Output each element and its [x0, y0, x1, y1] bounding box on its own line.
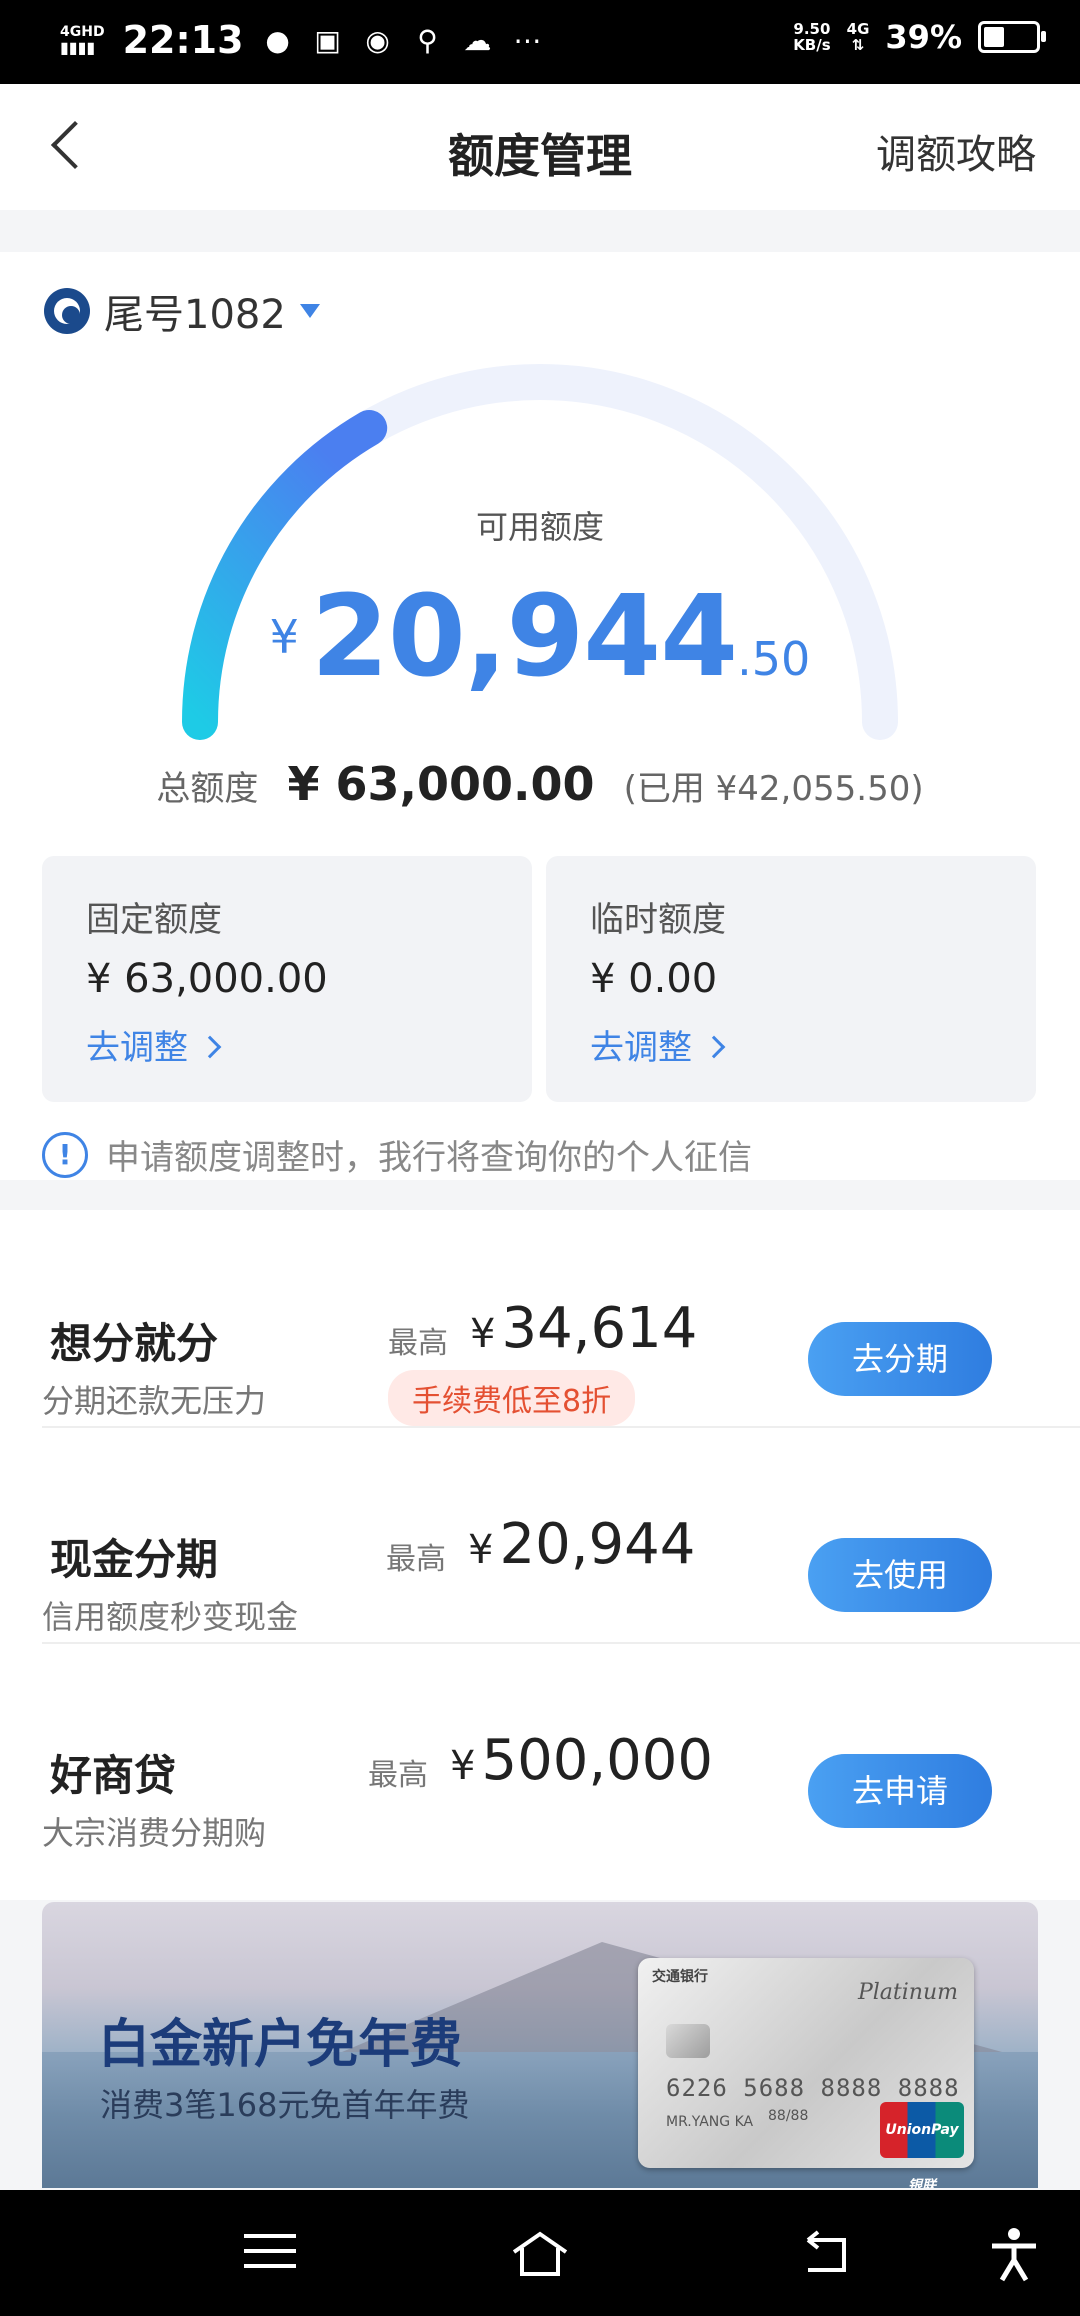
currency-symbol: ¥ — [470, 1311, 496, 1357]
network-speed: 9.50 KB/s — [793, 21, 830, 53]
available-limit-label: 可用额度 — [475, 508, 604, 546]
nav-bar: 额度管理 调额攻略 — [0, 84, 1080, 210]
cloud-icon: ☁ — [463, 23, 492, 57]
max-label: 最高 — [368, 1758, 428, 1793]
temp-limit-title: 临时额度 — [590, 900, 726, 940]
currency-symbol: ¥ — [269, 610, 299, 664]
fee-discount-badge: 手续费低至8折 — [388, 1370, 636, 1426]
product-amount: ¥34,614 — [470, 1296, 697, 1361]
network-label: 4GHD — [60, 24, 105, 40]
unionpay-logo-icon: UnionPay银联 — [880, 2102, 964, 2188]
speed-unit: KB/s — [793, 36, 831, 54]
list-item: 想分就分 分期还款无压力 最高 ¥34,614 手续费低至8折 去分期 — [42, 1210, 1080, 1428]
chat-icon: ● — [265, 23, 290, 57]
menu-icon[interactable] — [240, 2226, 300, 2282]
system-nav-bar — [0, 2190, 1080, 2316]
info-icon: ! — [42, 1131, 88, 1178]
apply-loan-button[interactable]: 去申请 — [808, 1754, 992, 1828]
card-bank-name: 交通银行 — [652, 1969, 708, 1985]
max-label: 最高 — [386, 1542, 446, 1577]
used-amount: (已用 ¥42,055.50) — [623, 769, 924, 809]
more-icon: ⋯ — [513, 23, 542, 57]
total-limit-label: 总额度 — [156, 769, 259, 809]
product-list: 想分就分 分期还款无压力 最高 ¥34,614 手续费低至8折 去分期 现金分期… — [0, 1210, 1080, 1900]
battery-fill — [984, 27, 1004, 47]
card-valid: 88/88 — [768, 2108, 809, 2124]
credit-notice: ! 申请额度调整时，我行将查询你的个人征信 — [42, 1130, 752, 1179]
data-arrows-icon: ⇅ — [851, 36, 865, 54]
total-limit-amount: ¥ 63,000.00 — [287, 757, 595, 811]
adjust-temp-link[interactable]: 去调整 — [590, 1020, 722, 1069]
product-amount-value: 20,944 — [499, 1512, 696, 1577]
temp-limit-box: 临时额度 ¥ 0.00 去调整 — [546, 856, 1036, 1102]
voice-icon: ◉ — [365, 23, 390, 57]
list-item: 好商贷 大宗消费分期购 最高 ¥500,000 去申请 — [42, 1642, 1080, 1858]
available-limit-amount: ¥20,944.50 — [0, 572, 1080, 702]
available-int: 20,944 — [310, 572, 738, 702]
currency-symbol: ¥ — [450, 1743, 476, 1789]
speed-value: 9.50 — [793, 20, 831, 38]
net-type: 4G ⇅ — [847, 21, 870, 53]
product-name: 现金分期 — [50, 1535, 219, 1584]
notice-text: 申请额度调整时，我行将查询你的个人征信 — [106, 1138, 752, 1178]
product-amount: ¥20,944 — [468, 1512, 695, 1577]
total-limit-row: 总额度 ¥ 63,000.00 (已用 ¥42,055.50) — [0, 757, 1080, 811]
card-number: 6226 5688 8888 8888 — [666, 2074, 960, 2102]
temp-limit-amount: ¥ 0.00 — [590, 956, 718, 1002]
home-icon[interactable] — [510, 2226, 570, 2282]
adjust-fixed-link[interactable]: 去调整 — [86, 1020, 218, 1069]
card-chip-icon — [666, 2024, 710, 2058]
product-amount-value: 34,614 — [501, 1296, 698, 1361]
location-icon: ⚲ — [417, 23, 438, 57]
product-amount: ¥500,000 — [450, 1728, 713, 1793]
card-holder: MR.YANG KA — [666, 2114, 754, 2130]
battery-percent: 39% — [885, 18, 962, 56]
back-nav-icon[interactable] — [794, 2226, 854, 2282]
available-dec: .50 — [737, 632, 811, 686]
product-amount-value: 500,000 — [481, 1728, 714, 1793]
bank-logo-icon — [44, 288, 90, 334]
limit-card: 尾号1082 可用额度 ¥20,944.50 总额度 ¥ 63,000.00 (… — [0, 252, 1080, 1180]
product-subtitle: 信用额度秒变现金 — [42, 1598, 299, 1636]
promo-banner[interactable]: 白金新户免年费 消费3笔168元免首年年费 交通银行 Platinum 6226… — [42, 1902, 1038, 2188]
limit-guide-link[interactable]: 调额攻略 — [876, 122, 1036, 180]
calendar-icon: ▣ — [314, 23, 341, 57]
product-name: 好商贷 — [50, 1751, 177, 1800]
dropdown-caret-icon — [299, 304, 320, 318]
fixed-limit-box: 固定额度 ¥ 63,000.00 去调整 — [42, 856, 532, 1102]
product-subtitle: 大宗消费分期购 — [42, 1814, 267, 1852]
fixed-limit-title: 固定额度 — [86, 900, 222, 940]
status-bar: 4GHD ▮▮▮▮ 22:13 ● ▣ ◉ ⚲ ☁ ⋯ 9.50 KB/s 4G… — [0, 0, 1080, 84]
installment-button[interactable]: 去分期 — [808, 1322, 992, 1396]
clock: 22:13 — [122, 18, 244, 62]
signal-icon: 4GHD ▮▮▮▮ — [60, 24, 105, 57]
list-item: 现金分期 信用额度秒变现金 最高 ¥20,944 去使用 — [42, 1426, 1080, 1644]
product-name: 想分就分 — [50, 1319, 219, 1368]
banner-title: 白金新户免年费 — [98, 2015, 463, 2075]
max-label: 最高 — [388, 1326, 448, 1361]
product-subtitle: 分期还款无压力 — [42, 1382, 267, 1420]
currency-symbol: ¥ — [468, 1527, 494, 1573]
fixed-limit-amount: ¥ 63,000.00 — [86, 956, 328, 1002]
credit-card-image: 交通银行 Platinum 6226 5688 8888 8888 MR.YAN… — [638, 1958, 974, 2188]
cash-installment-button[interactable]: 去使用 — [808, 1538, 992, 1612]
net-type-label: 4G — [846, 20, 870, 38]
accessibility-icon[interactable] — [984, 2226, 1044, 2282]
banner-subtitle: 消费3笔168元免首年年费 — [100, 2086, 470, 2124]
card-tier: Platinum — [857, 1980, 958, 2005]
battery-icon — [978, 21, 1046, 53]
